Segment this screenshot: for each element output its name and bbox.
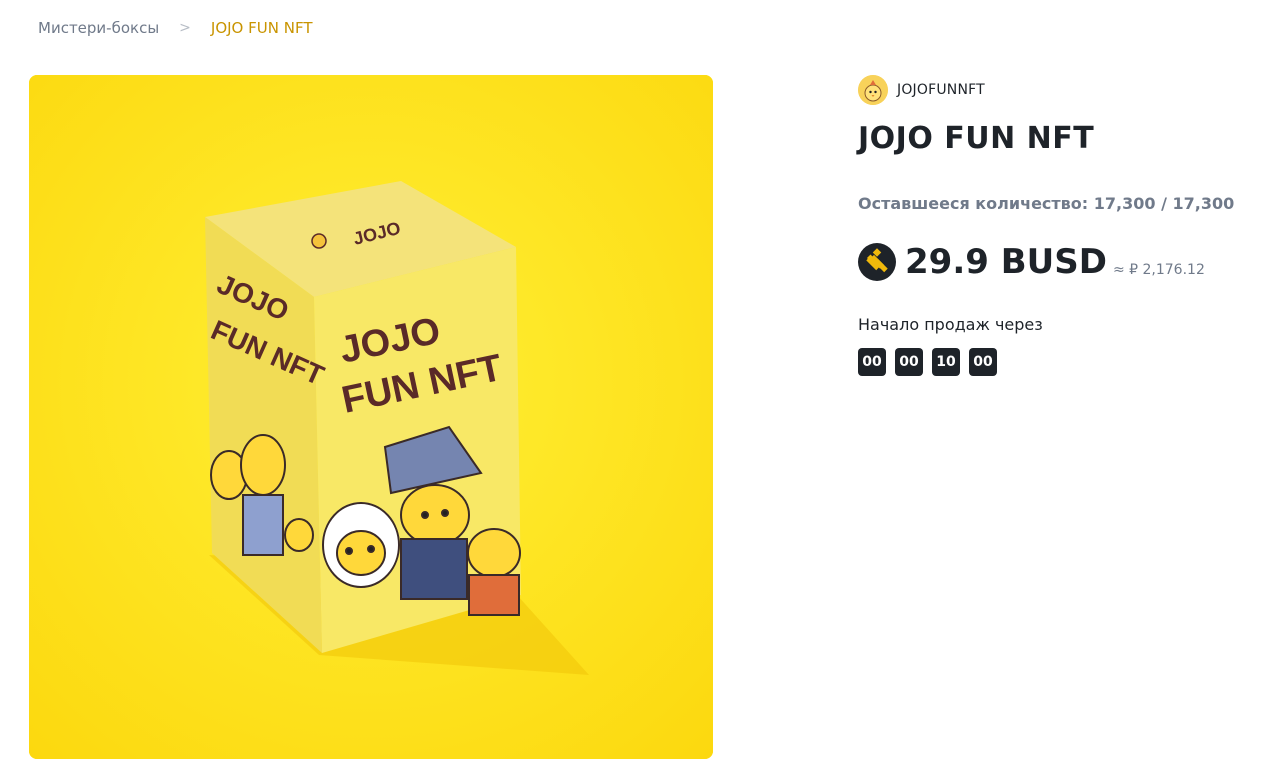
chevron-right-icon: >: [179, 20, 191, 36]
breadcrumb: Мистери-боксы > JOJO FUN NFT: [38, 18, 312, 38]
price-row: 29.9 BUSD ≈ ₽ 2,176.12: [858, 243, 1258, 281]
breadcrumb-mystery-boxes-link[interactable]: Мистери-боксы: [38, 19, 159, 37]
remaining-value: 17,300 / 17,300: [1093, 194, 1235, 213]
mystery-box-image: JOJO JOJO FUN NFT JOJO FUN NFT: [29, 75, 713, 759]
chick-avatar-icon: [858, 75, 888, 105]
sale-start-label: Начало продаж через: [858, 315, 1043, 334]
countdown-hours: 00: [895, 348, 923, 376]
fiat-equivalent: ≈ ₽ 2,176.12: [1112, 262, 1205, 278]
mystery-box-illustration: JOJO JOJO FUN NFT JOJO FUN NFT: [29, 75, 713, 759]
creator-link[interactable]: JOJOFUNNFT: [858, 75, 1258, 105]
page-title: JOJO FUN NFT: [858, 121, 1095, 156]
countdown-minutes: 10: [932, 348, 960, 376]
creator-name: JOJOFUNNFT: [897, 82, 985, 98]
countdown-days: 00: [858, 348, 886, 376]
breadcrumb-current: JOJO FUN NFT: [210, 19, 313, 37]
creator-avatar: [858, 75, 888, 105]
remaining-quantity: Оставшееся количество: 17,300 / 17,300: [858, 194, 1258, 213]
countdown-timer: 00 00 10 00: [858, 348, 1258, 376]
price-value: 29.9 BUSD: [905, 242, 1107, 282]
product-info-panel: JOJOFUNNFT JOJO FUN NFT Оставшееся колич…: [858, 75, 1258, 376]
busd-coin-icon: [858, 243, 896, 281]
remaining-label: Оставшееся количество:: [858, 194, 1089, 213]
countdown-seconds: 00: [969, 348, 997, 376]
